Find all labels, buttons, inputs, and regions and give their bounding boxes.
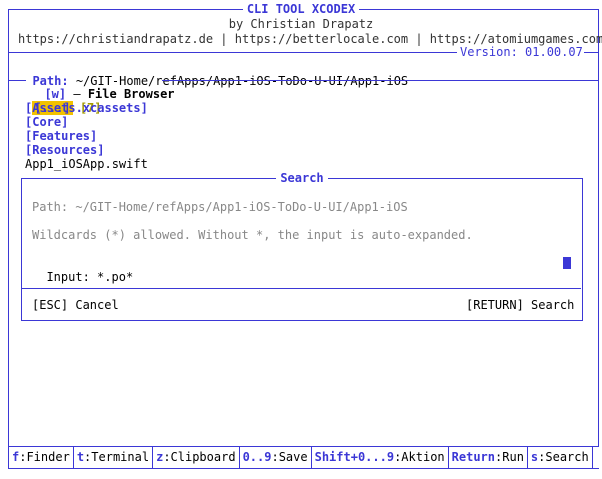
footer-search[interactable]: s:Search (528, 447, 593, 468)
search-dialog-divider (22, 288, 581, 289)
frame-right (598, 9, 599, 446)
footer-clipboard[interactable]: z:Clipboard (153, 447, 240, 468)
folder-item[interactable]: [Core] (25, 115, 68, 129)
search-path: Path: ~/GIT-Home/refApps/App1-iOS-ToDo-U… (32, 200, 408, 214)
browser-separator-right (162, 80, 598, 81)
file-item[interactable]: App1_iOSApp.swift (25, 157, 148, 171)
footer-run[interactable]: Return:Run (449, 447, 528, 468)
folder-item[interactable]: [Assets.xcassets] (25, 101, 148, 115)
search-input[interactable]: *.po* (97, 270, 133, 284)
footer-action[interactable]: Shift+0...9:Aktion (312, 447, 449, 468)
app-title: CLI TOOL XCODEX (0, 2, 602, 16)
footer-bar: f:Finder t:Terminal z:Clipboard 0..9:Sav… (8, 446, 599, 469)
search-dialog-title: Search (22, 171, 582, 185)
app-author: by Christian Drapatz (228, 17, 374, 31)
browser-separator-left (8, 80, 26, 81)
header-separator-end (584, 52, 598, 53)
search-input-row[interactable]: Input: *.po* (32, 256, 133, 284)
frame-left (8, 9, 9, 446)
folder-item[interactable]: [Features] (25, 129, 97, 143)
version-label: Version: 01.00.07 (460, 45, 583, 59)
folder-item[interactable]: [Resources] (25, 143, 104, 157)
header-separator (8, 52, 457, 53)
text-cursor (563, 257, 571, 269)
app-links[interactable]: https://christiandrapatz.de | https://be… (18, 32, 602, 46)
footer-terminal[interactable]: t:Terminal (74, 447, 154, 468)
footer-finder[interactable]: f:Finder (8, 447, 74, 468)
search-input-label: Input: (46, 270, 90, 284)
cancel-button[interactable]: [ESC] Cancel (32, 298, 119, 312)
footer-save[interactable]: 0..9:Save (240, 447, 312, 468)
search-hint: Wildcards (*) allowed. Without *, the in… (32, 228, 473, 242)
search-button[interactable]: [RETURN] Search (466, 298, 574, 312)
